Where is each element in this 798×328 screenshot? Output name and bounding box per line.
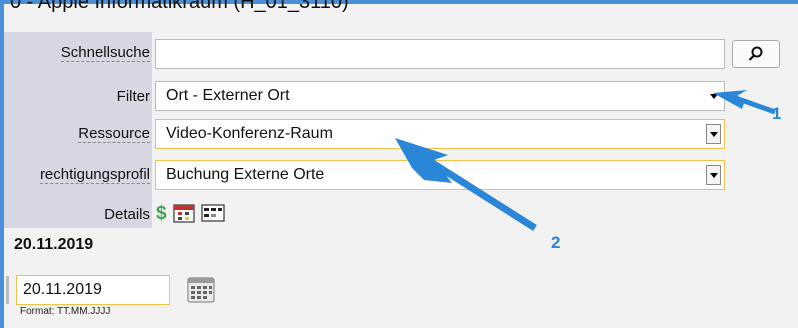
grid-icon[interactable]: [200, 204, 225, 222]
chevron-down-icon[interactable]: [706, 165, 721, 185]
date-input[interactable]: 20.11.2019: [16, 275, 170, 305]
calendar-icon: [187, 277, 215, 303]
details-label: Details: [104, 206, 150, 223]
search-button[interactable]: [732, 40, 780, 68]
chevron-down-icon[interactable]: [706, 124, 721, 144]
quicksearch-input[interactable]: [155, 39, 725, 69]
left-marker: [6, 276, 9, 304]
magnifier-icon: [748, 46, 763, 61]
calendar-icon[interactable]: [172, 203, 195, 223]
filter-value: Ort - Externer Ort: [166, 87, 290, 104]
chevron-down-icon[interactable]: [706, 86, 721, 106]
window-title: 0 - Apple Informatikraum (H_01_3110): [10, 0, 349, 13]
dollar-icon[interactable]: $: [156, 204, 167, 223]
profile-select[interactable]: Buchung Externe Orte: [155, 160, 725, 190]
resource-select[interactable]: Video-Konferenz-Raum: [155, 119, 725, 149]
resource-label: Ressource: [78, 125, 150, 143]
date-format-hint: Format: TT.MM.JJJJ: [20, 306, 111, 317]
profile-label: rechtigungsprofil: [39, 166, 150, 184]
details-icons: $: [156, 203, 225, 223]
annotation-label-1: 1: [772, 104, 782, 123]
resource-value: Video-Konferenz-Raum: [166, 125, 333, 142]
filter-select[interactable]: Ort - Externer Ort: [155, 81, 725, 111]
filter-label: Filter: [116, 88, 150, 105]
annotation-label-2: 2: [551, 233, 561, 252]
calendar-picker-button[interactable]: [187, 277, 215, 308]
quicksearch-label: Schnellsuche: [60, 44, 150, 62]
date-heading: 20.11.2019: [14, 236, 94, 253]
profile-value: Buchung Externe Orte: [166, 166, 325, 183]
